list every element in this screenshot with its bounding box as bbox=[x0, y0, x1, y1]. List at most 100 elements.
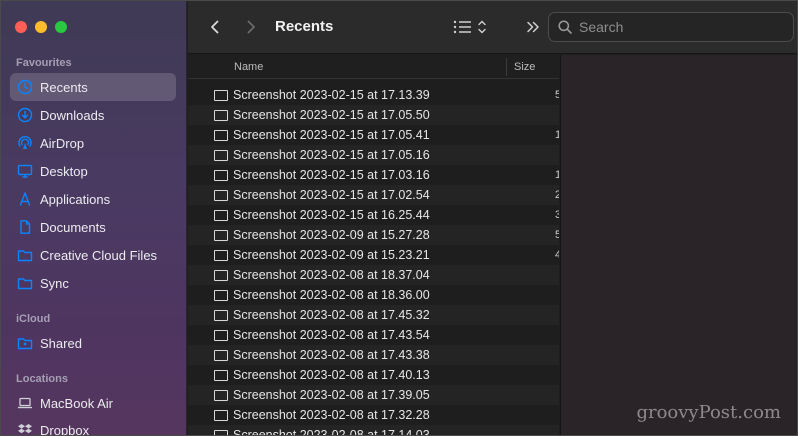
file-name: Screenshot 2023-02-15 at 17.02.54 bbox=[233, 188, 430, 202]
file-name: Screenshot 2023-02-08 at 17.39.05 bbox=[233, 388, 430, 402]
table-row[interactable]: Screenshot 2023-02-08 at 17.45.32 bbox=[188, 305, 559, 325]
sidebar-item-macbook-air[interactable]: MacBook Air bbox=[10, 389, 176, 417]
screenshot-thumbnail-icon bbox=[214, 249, 228, 261]
sidebar-item-label: Recents bbox=[40, 79, 88, 95]
table-row[interactable]: Screenshot 2023-02-15 at 17.05.41 1 bbox=[188, 125, 559, 145]
table-row[interactable]: Screenshot 2023-02-15 at 17.03.16 1 bbox=[188, 165, 559, 185]
table-row[interactable]: Screenshot 2023-02-08 at 17.39.05 bbox=[188, 385, 559, 405]
screenshot-thumbnail-icon bbox=[214, 289, 228, 301]
sidebar-item-recents[interactable]: Recents bbox=[10, 73, 176, 101]
table-row[interactable]: Screenshot 2023-02-08 at 17.32.28 bbox=[188, 405, 559, 425]
screenshot-thumbnail-icon bbox=[214, 409, 228, 421]
file-name: Screenshot 2023-02-08 at 17.43.54 bbox=[233, 328, 430, 342]
zoom-button[interactable] bbox=[55, 21, 67, 33]
screenshot-thumbnail-icon bbox=[214, 149, 228, 161]
column-size-header[interactable]: Size bbox=[514, 61, 535, 73]
sidebar-item-label: AirDrop bbox=[40, 135, 85, 151]
file-name: Screenshot 2023-02-08 at 17.32.28 bbox=[233, 408, 430, 422]
close-button[interactable] bbox=[15, 21, 27, 33]
sidebar-item-airdrop[interactable]: AirDrop bbox=[10, 129, 176, 157]
file-size: 1 bbox=[555, 129, 559, 141]
screenshot-thumbnail-icon bbox=[214, 209, 228, 221]
search-input[interactable] bbox=[579, 19, 779, 35]
sidebar-item-label: Applications bbox=[40, 191, 111, 207]
sidebar-item-dropbox[interactable]: Dropbox bbox=[10, 416, 176, 436]
folder-icon bbox=[17, 247, 33, 263]
table-row[interactable]: Screenshot 2023-02-15 at 16.25.44 3 bbox=[188, 205, 559, 225]
file-size: 4 bbox=[555, 249, 559, 261]
sidebar-section-icloud: iCloud bbox=[16, 313, 51, 325]
screenshot-thumbnail-icon bbox=[214, 129, 228, 141]
file-list: Name Size Screenshot 2023-02-15 at 17.13… bbox=[188, 55, 559, 435]
sidebar-item-desktop[interactable]: Desktop bbox=[10, 157, 176, 185]
file-size: 1 bbox=[555, 169, 559, 181]
file-name: Screenshot 2023-02-08 at 18.36.00 bbox=[233, 288, 430, 302]
file-size: 5 bbox=[555, 229, 559, 241]
minimize-button[interactable] bbox=[35, 21, 47, 33]
shared-folder-icon bbox=[17, 335, 33, 351]
file-name: Screenshot 2023-02-08 at 17.43.38 bbox=[233, 348, 430, 362]
sidebar-item-sync[interactable]: Sync bbox=[10, 269, 176, 297]
screenshot-thumbnail-icon bbox=[214, 269, 228, 281]
sidebar-item-label: Downloads bbox=[40, 107, 105, 123]
table-row[interactable]: Screenshot 2023-02-08 at 17.14.03 bbox=[188, 425, 559, 435]
file-name: Screenshot 2023-02-15 at 16.25.44 bbox=[233, 208, 430, 222]
applications-icon bbox=[17, 191, 33, 207]
file-name: Screenshot 2023-02-15 at 17.03.16 bbox=[233, 168, 430, 182]
sidebar-item-label: MacBook Air bbox=[40, 395, 113, 411]
window-title: Recents bbox=[275, 18, 334, 35]
preview-pane bbox=[560, 55, 797, 435]
forward-button[interactable] bbox=[240, 16, 262, 38]
document-icon bbox=[17, 219, 33, 235]
screenshot-thumbnail-icon bbox=[214, 309, 228, 321]
table-row[interactable]: Screenshot 2023-02-08 at 17.43.54 bbox=[188, 325, 559, 345]
search-field[interactable] bbox=[548, 12, 794, 42]
double-chevron-icon bbox=[527, 21, 539, 33]
table-row[interactable]: Screenshot 2023-02-09 at 15.27.28 5 bbox=[188, 225, 559, 245]
window-controls bbox=[15, 21, 67, 33]
main-area: Recents Name Size Screen bbox=[188, 1, 797, 435]
table-row[interactable]: Screenshot 2023-02-08 at 18.37.04 bbox=[188, 265, 559, 285]
table-row[interactable]: Screenshot 2023-02-15 at 17.05.16 bbox=[188, 145, 559, 165]
chevron-right-icon bbox=[247, 20, 255, 34]
file-name: Screenshot 2023-02-09 at 15.27.28 bbox=[233, 228, 430, 242]
table-row[interactable]: Screenshot 2023-02-08 at 18.36.00 bbox=[188, 285, 559, 305]
sidebar-item-downloads[interactable]: Downloads bbox=[10, 101, 176, 129]
file-name: Screenshot 2023-02-09 at 15.23.21 bbox=[233, 248, 430, 262]
table-row[interactable]: Screenshot 2023-02-08 at 17.43.38 bbox=[188, 345, 559, 365]
folder-icon bbox=[17, 275, 33, 291]
file-name: Screenshot 2023-02-15 at 17.05.41 bbox=[233, 128, 430, 142]
sidebar-item-shared[interactable]: Shared bbox=[10, 329, 176, 357]
table-row[interactable]: Screenshot 2023-02-09 at 15.23.21 4 bbox=[188, 245, 559, 265]
screenshot-thumbnail-icon bbox=[214, 89, 228, 101]
desktop-icon bbox=[17, 163, 33, 179]
file-rows: Screenshot 2023-02-15 at 17.13.395Screen… bbox=[188, 85, 559, 435]
sidebar-item-label: Dropbox bbox=[40, 422, 90, 436]
sidebar-item-label: Creative Cloud Files bbox=[40, 247, 158, 263]
sidebar-item-applications[interactable]: Applications bbox=[10, 185, 176, 213]
airdrop-icon bbox=[17, 135, 33, 151]
sidebar: Favourites Recents Downloads AirDrop Des… bbox=[1, 1, 187, 436]
watermark: groovyPost.com bbox=[636, 402, 781, 423]
screenshot-thumbnail-icon bbox=[214, 369, 228, 381]
file-name: Screenshot 2023-02-15 at 17.13.39 bbox=[233, 88, 430, 102]
sidebar-item-creative-cloud-files[interactable]: Creative Cloud Files bbox=[10, 241, 176, 269]
table-row[interactable]: Screenshot 2023-02-08 at 17.40.13 bbox=[188, 365, 559, 385]
table-row[interactable]: Screenshot 2023-02-15 at 17.05.50 bbox=[188, 105, 559, 125]
table-row[interactable]: Screenshot 2023-02-15 at 17.02.54 2 bbox=[188, 185, 559, 205]
screenshot-thumbnail-icon bbox=[214, 389, 228, 401]
chevron-left-icon bbox=[211, 20, 219, 34]
view-options-button[interactable] bbox=[450, 15, 490, 39]
clock-icon bbox=[17, 79, 33, 95]
search-icon bbox=[558, 20, 572, 34]
column-name-header[interactable]: Name bbox=[234, 61, 263, 73]
download-icon bbox=[17, 107, 33, 123]
file-size: 2 bbox=[555, 189, 559, 201]
file-name: Screenshot 2023-02-15 at 17.05.16 bbox=[233, 148, 430, 162]
column-divider[interactable] bbox=[506, 58, 507, 76]
sidebar-item-documents[interactable]: Documents bbox=[10, 213, 176, 241]
more-toolbar-button[interactable] bbox=[522, 16, 544, 38]
screenshot-thumbnail-icon bbox=[214, 109, 228, 121]
table-row[interactable]: Screenshot 2023-02-15 at 17.13.39 5 bbox=[188, 85, 559, 105]
back-button[interactable] bbox=[204, 16, 226, 38]
